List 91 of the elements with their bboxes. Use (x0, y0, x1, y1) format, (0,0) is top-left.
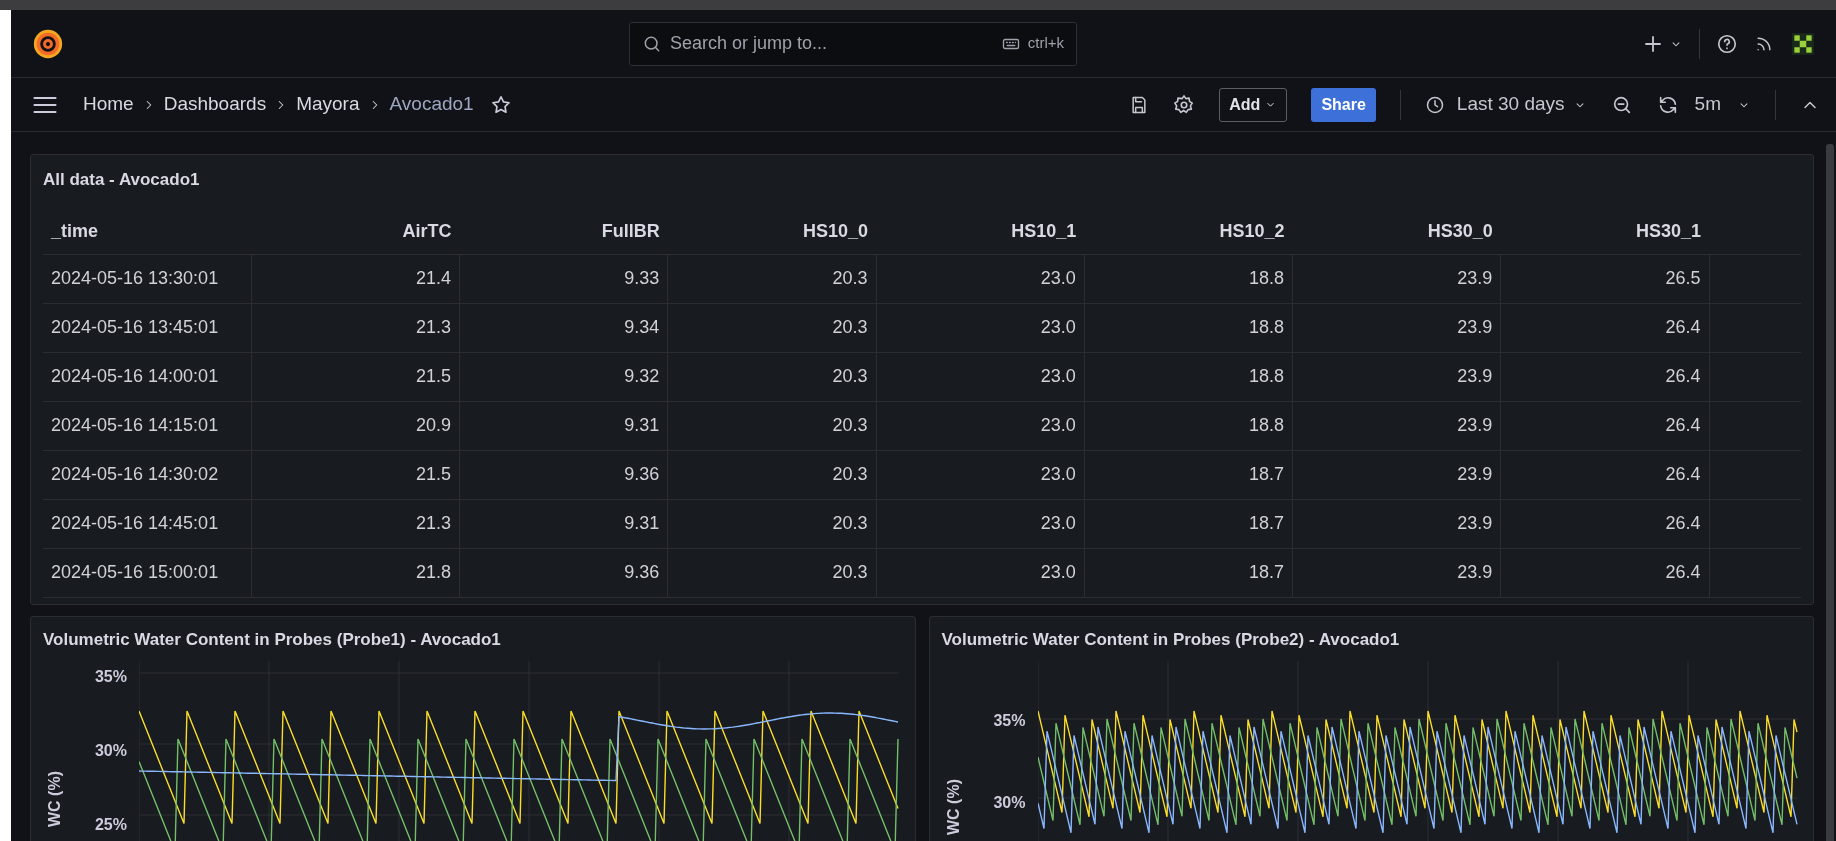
scrollbar[interactable] (1826, 144, 1834, 841)
table-cell: 9.32 (459, 352, 668, 401)
table-cell: 18.8 (1084, 303, 1293, 352)
star-icon[interactable] (489, 93, 512, 116)
table-cell: 21.3 (251, 499, 460, 548)
add-button[interactable]: Add (1219, 87, 1288, 122)
table-cell: 26.5 (1500, 254, 1709, 303)
table-cell: 26.4 (1500, 401, 1709, 450)
table-cell: 18.7 (1084, 499, 1293, 548)
breadcrumb-link[interactable]: Avocado1 (389, 90, 474, 119)
axis-label: WC (%) (45, 769, 64, 827)
table-cell: 18.7 (1084, 450, 1293, 499)
settings-icon[interactable] (1173, 93, 1196, 116)
table-cell: 26.4 (1500, 352, 1709, 401)
axis-tick-label: 35% (992, 710, 1026, 731)
table-cell: 26.4 (1500, 450, 1709, 499)
axis-tick-label: 30% (992, 792, 1026, 813)
time-range-picker[interactable]: Last 30 days (1424, 90, 1587, 119)
avatar-icon[interactable] (1790, 30, 1816, 57)
table-cell: 23.9 (1292, 548, 1501, 597)
refresh-picker[interactable]: 5m (1656, 90, 1751, 119)
table-cell: 23.0 (876, 548, 1085, 597)
column-header[interactable]: HS30_0 (1292, 208, 1501, 254)
table-cell: 21.4 (251, 254, 460, 303)
table-cell: 26.4 (1500, 548, 1709, 597)
share-button[interactable]: Share (1311, 87, 1376, 122)
table-cell: 2024-05-16 15:00:01 (43, 548, 252, 597)
table-cell: 2024-05-16 14:15:01 (43, 401, 252, 450)
table-cell: 20.3 (667, 254, 876, 303)
shortcut-hint: ctrl+k (1027, 33, 1064, 54)
column-header[interactable]: HS10_0 (667, 208, 876, 254)
axis-tick-label: 35% (93, 666, 127, 687)
column-header[interactable]: FullBR (459, 208, 668, 254)
table-cell: 23.9 (1292, 401, 1501, 450)
table-cell: 18.8 (1084, 401, 1293, 450)
table-cell: 9.31 (459, 499, 668, 548)
table-cell: 18.8 (1084, 352, 1293, 401)
breadcrumb-link[interactable]: Mayora (296, 90, 360, 119)
table-cell: 2024-05-16 14:45:01 (43, 499, 252, 548)
column-header[interactable]: _time (43, 208, 252, 254)
table-cell: 9.36 (459, 450, 668, 499)
table-cell: 20.3 (667, 303, 876, 352)
column-header[interactable]: HS10_1 (876, 208, 1085, 254)
axis-tick-label: 30% (93, 740, 127, 761)
table-cell: 23.0 (876, 401, 1085, 450)
table-cell: 2024-05-16 14:30:02 (43, 450, 252, 499)
table-cell: 21.3 (251, 303, 460, 352)
table-cell: 9.33 (459, 254, 668, 303)
column-header[interactable]: HS10_2 (1084, 208, 1293, 254)
panel-title: Volumetric Water Content in Probes (Probe2) - Avocado1 (941, 629, 1401, 651)
breadcrumb-link[interactable]: Dashboards (163, 90, 267, 119)
table-cell: 23.0 (876, 303, 1085, 352)
table-cell: 23.0 (876, 254, 1085, 303)
table-cell: 23.9 (1292, 450, 1501, 499)
table-cell: 18.7 (1084, 548, 1293, 597)
table-cell: 26.4 (1500, 303, 1709, 352)
table-cell: 23.0 (876, 450, 1085, 499)
axis-tick-label: 25% (93, 814, 127, 835)
table-cell: 20.3 (667, 499, 876, 548)
table-cell: 23.0 (876, 499, 1085, 548)
table-cell: 2024-05-16 14:00:01 (43, 352, 252, 401)
column-header[interactable]: HS30_1 (1500, 208, 1709, 254)
table-cell: 20.3 (667, 450, 876, 499)
table-cell: 18.8 (1084, 254, 1293, 303)
table-cell: 2024-05-16 13:45:01 (43, 303, 252, 352)
table-cell: 9.34 (459, 303, 668, 352)
table-cell: 20.9 (251, 401, 460, 450)
table-cell: 21.8 (251, 548, 460, 597)
clock-icon (1424, 94, 1445, 115)
help-icon[interactable] (1716, 32, 1738, 55)
table-cell: 23.9 (1292, 254, 1501, 303)
table-cell: 9.36 (459, 548, 668, 597)
table-cell: 21.5 (251, 450, 460, 499)
table-cell: 23.9 (1292, 303, 1501, 352)
panel-title: All data - Avocado1 (43, 169, 201, 191)
column-header[interactable]: AirTC (251, 208, 460, 254)
table-cell: 9.31 (459, 401, 668, 450)
breadcrumb-link[interactable]: Home (83, 90, 134, 119)
axis-label: WC (%) (943, 777, 963, 835)
table-cell: 2024-05-16 13:30:01 (43, 254, 252, 303)
table-cell: 20.3 (667, 352, 876, 401)
table-cell: 23.0 (876, 352, 1085, 401)
table-cell: 20.3 (667, 548, 876, 597)
table-cell: 23.9 (1292, 499, 1501, 548)
table-cell: 26.4 (1500, 499, 1709, 548)
search-field[interactable]: Search or jump to... ctrl+k (629, 21, 1077, 66)
table-cell: 21.5 (251, 352, 460, 401)
panel-title: Volumetric Water Content in Probes (Probe1) - Avocado1 (43, 629, 502, 651)
search-placeholder: Search or jump to... (670, 32, 829, 55)
table-cell: 20.3 (667, 401, 876, 450)
table-cell: 23.9 (1292, 352, 1501, 401)
